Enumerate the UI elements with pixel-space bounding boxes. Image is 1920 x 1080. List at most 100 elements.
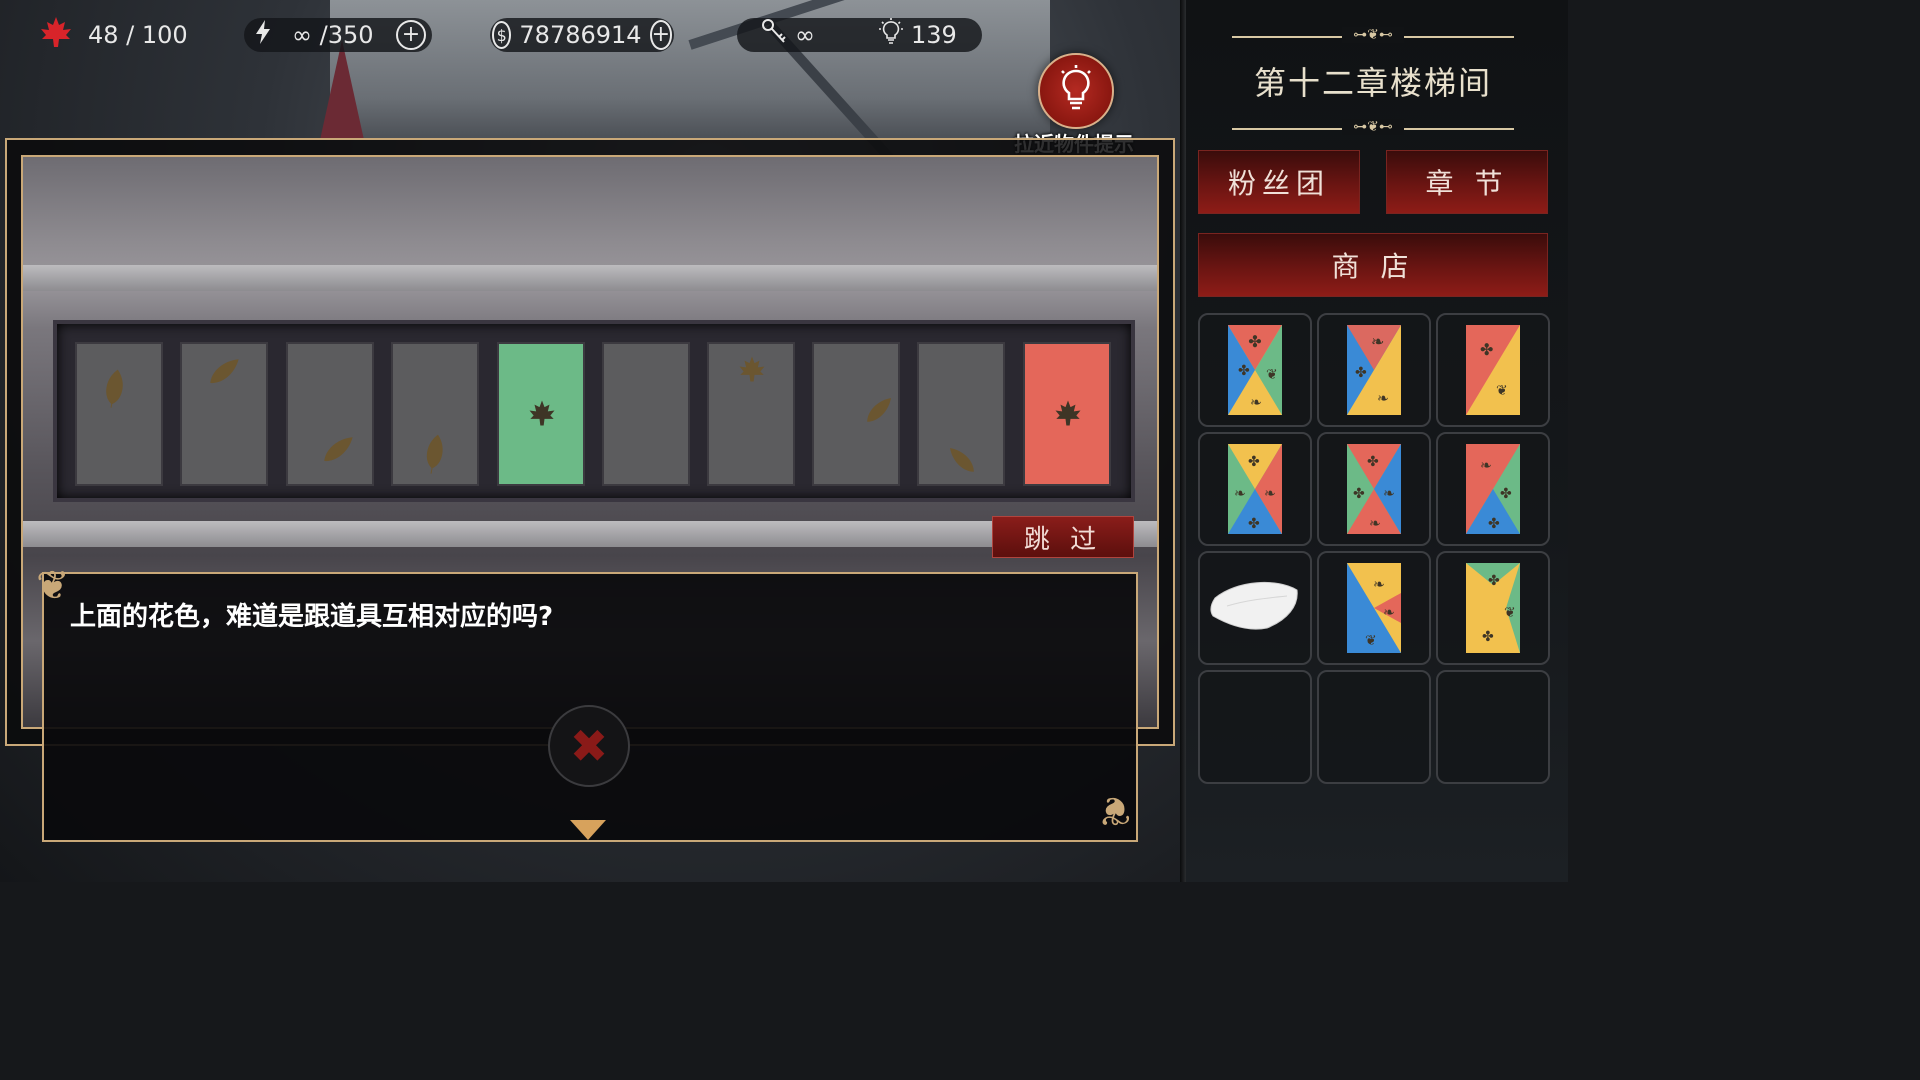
lower-ledge <box>23 521 1157 547</box>
keys-hints-counter: ∞ 139 <box>737 18 982 52</box>
card-panel <box>53 320 1135 502</box>
svg-text:✤: ✤ <box>1482 629 1494 645</box>
puzzle-card-green[interactable] <box>499 344 583 484</box>
svg-text:✤: ✤ <box>1238 363 1250 379</box>
svg-text:❧: ❧ <box>1234 486 1246 502</box>
skip-button[interactable]: 跳 过 <box>992 516 1134 558</box>
inventory-slot[interactable]: ✤ ❧ ❧ ✤ <box>1198 432 1312 546</box>
inventory-slot-empty[interactable] <box>1198 670 1312 784</box>
svg-text:✤: ✤ <box>1355 365 1367 381</box>
inventory-slot[interactable]: ❧ ✤ ❧ <box>1317 313 1431 427</box>
coin-value: 78786914 <box>519 21 642 49</box>
upper-ledge <box>23 265 1157 291</box>
svg-text:❧: ❧ <box>1264 486 1276 502</box>
white-pillow-item <box>1207 576 1303 640</box>
svg-text:✤: ✤ <box>1488 573 1500 589</box>
title-ornament: ⊶❦⊷ <box>1232 119 1514 135</box>
colored-card-item: ✤ ❦ <box>1466 325 1520 415</box>
inventory-slot[interactable]: ❧ ✤ ✤ <box>1436 432 1550 546</box>
leaf-icon <box>419 432 449 481</box>
zoom-hint-button[interactable] <box>1038 53 1114 129</box>
inventory-slot[interactable]: ❧ ❧ ❦ <box>1317 551 1431 665</box>
puzzle-card[interactable] <box>919 344 1003 484</box>
fan-club-button[interactable]: 粉丝团 <box>1198 150 1360 214</box>
colored-card-item: ✤ ✤ ❧ ❧ <box>1347 444 1401 534</box>
svg-text:❧: ❧ <box>1383 605 1395 621</box>
red-object <box>320 40 364 140</box>
inventory-slot-empty[interactable] <box>1317 670 1431 784</box>
colored-card-item: ❧ ✤ ✤ <box>1466 444 1520 534</box>
leaf-icon <box>310 428 361 476</box>
puzzle-card[interactable] <box>77 344 161 484</box>
add-coins-button[interactable]: + <box>649 20 672 50</box>
svg-text:✤: ✤ <box>1248 332 1261 351</box>
puzzle-card-red[interactable] <box>1025 344 1109 484</box>
puzzle-card[interactable] <box>814 344 898 484</box>
svg-text:❦: ❦ <box>1496 383 1508 399</box>
colored-card-item: ✤ ✤ ❦ ❧ <box>1228 325 1282 415</box>
maple-leaf-icon <box>38 15 74 55</box>
energy-value: ∞ /350 <box>292 21 374 49</box>
lightning-icon <box>254 19 272 51</box>
svg-text:❧: ❧ <box>1377 391 1389 407</box>
leaf-icon <box>97 366 131 416</box>
puzzle-card[interactable] <box>393 344 477 484</box>
dialog-text: 上面的花色，难道是跟道具互相对应的吗? <box>70 602 554 632</box>
colored-card-item: ✤ ❧ ❧ ✤ <box>1228 444 1282 534</box>
colored-card-item: ✤ ❦ ✤ <box>1466 563 1520 653</box>
svg-text:❦: ❦ <box>1266 367 1278 383</box>
stamina-value: 48 / 100 <box>88 21 188 49</box>
svg-text:✤: ✤ <box>1488 516 1500 532</box>
stamina-counter: 48 / 100 <box>38 15 188 55</box>
add-energy-button[interactable]: + <box>396 20 426 50</box>
svg-text:❦: ❦ <box>1365 633 1377 649</box>
inventory-slot-empty[interactable] <box>1436 670 1550 784</box>
inventory-slot[interactable]: ✤ ✤ ❦ ❧ <box>1198 313 1312 427</box>
keys-value: ∞ <box>795 21 815 49</box>
inventory-slot[interactable]: ✤ ❦ ✤ <box>1436 551 1550 665</box>
lightbulb-icon <box>1056 65 1096 117</box>
inventory-slot[interactable]: ✤ ✤ ❧ ❧ <box>1317 432 1431 546</box>
svg-text:✤: ✤ <box>1367 454 1379 470</box>
svg-text:❧: ❧ <box>1369 516 1381 532</box>
inventory-slot[interactable] <box>1198 551 1312 665</box>
key-icon <box>761 18 787 52</box>
maple-leaf-icon <box>527 398 557 434</box>
svg-text:✤: ✤ <box>1248 454 1260 470</box>
svg-text:✤: ✤ <box>1248 516 1260 532</box>
colored-card-item: ❧ ❧ ❦ <box>1347 563 1401 653</box>
leaf-icon <box>196 350 247 398</box>
svg-text:❧: ❧ <box>1250 395 1262 411</box>
title-ornament: ⊶❦⊷ <box>1232 27 1514 43</box>
svg-text:✤: ✤ <box>1480 340 1493 359</box>
svg-text:✤: ✤ <box>1353 486 1365 502</box>
shop-button[interactable]: 商 店 <box>1198 233 1548 297</box>
svg-text:✤: ✤ <box>1500 486 1512 502</box>
ornament-corner-icon: ❦ <box>1098 787 1132 833</box>
puzzle-card[interactable] <box>288 344 372 484</box>
coin-counter: $ 78786914 + <box>490 18 674 52</box>
lightbulb-icon <box>879 18 903 52</box>
hints-value: 139 <box>911 21 957 49</box>
svg-text:❧: ❧ <box>1371 332 1384 351</box>
svg-text:❧: ❧ <box>1383 486 1395 502</box>
svg-text:❧: ❧ <box>1373 577 1385 593</box>
dollar-coin-icon: $ <box>492 21 512 49</box>
svg-text:❦: ❦ <box>1504 605 1516 621</box>
puzzle-card[interactable] <box>604 344 688 484</box>
inventory-slot[interactable]: ✤ ❦ <box>1436 313 1550 427</box>
sidebar-edge <box>1180 0 1186 882</box>
leaf-icon <box>853 390 900 437</box>
leaf-icon <box>942 440 989 487</box>
maple-leaf-icon <box>737 354 767 390</box>
chapters-button[interactable]: 章 节 <box>1386 150 1548 214</box>
ornament-corner-icon: ❦ <box>36 563 70 609</box>
chapter-title: 第十二章楼梯间 <box>1253 64 1492 102</box>
maple-leaf-icon <box>1053 398 1083 434</box>
puzzle-card[interactable] <box>709 344 793 484</box>
energy-counter: ∞ /350 + <box>244 18 432 52</box>
down-arrow-icon[interactable] <box>570 820 606 840</box>
colored-card-item: ❧ ✤ ❧ <box>1347 325 1401 415</box>
puzzle-card[interactable] <box>182 344 266 484</box>
close-x-icon[interactable]: ✖ <box>548 705 630 787</box>
